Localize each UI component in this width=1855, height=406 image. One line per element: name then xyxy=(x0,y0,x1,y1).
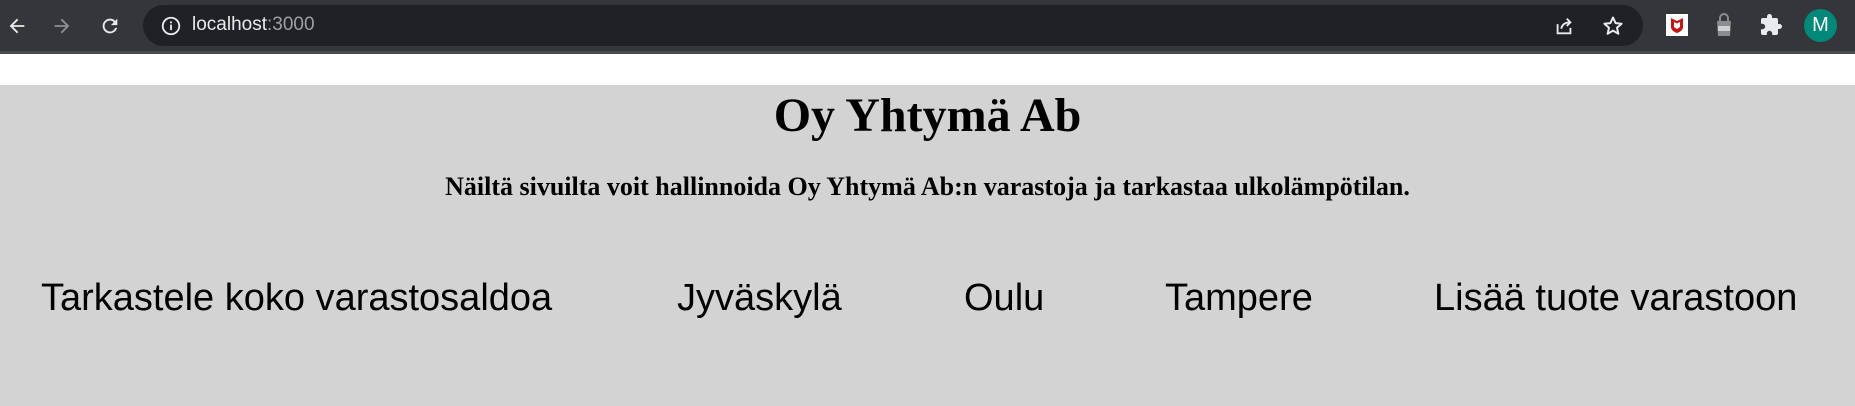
main-navigation: Tarkastele koko varastosaldoa Jyväskylä … xyxy=(0,275,1855,325)
nav-link-tampere[interactable]: Tampere xyxy=(1165,275,1313,321)
reload-button[interactable] xyxy=(93,9,127,43)
star-icon xyxy=(1603,16,1623,35)
mcafee-icon xyxy=(1666,14,1688,36)
url-port: :3000 xyxy=(267,14,315,35)
browser-toolbar: localhost:3000 M xyxy=(0,0,1855,51)
extensions-button[interactable] xyxy=(1758,12,1784,38)
toolbar-divider xyxy=(0,51,1855,54)
nav-link-lisaa-tuote[interactable]: Lisää tuote varastoon xyxy=(1434,275,1797,321)
share-icon xyxy=(1556,18,1572,35)
mcafee-extension-button[interactable] xyxy=(1664,12,1690,38)
forward-button[interactable] xyxy=(45,9,79,43)
url-host: localhost xyxy=(192,14,267,35)
site-info-button[interactable] xyxy=(160,15,182,37)
reload-icon xyxy=(102,18,118,34)
info-icon xyxy=(161,16,181,36)
share-button[interactable] xyxy=(1553,15,1575,37)
extensions-icon xyxy=(1761,14,1782,35)
page-content: Oy Yhtymä Ab Näiltä sivuilta voit hallin… xyxy=(0,85,1855,406)
forward-icon xyxy=(54,18,70,34)
bookmark-button[interactable] xyxy=(1601,14,1625,38)
nav-link-jyvaskyla[interactable]: Jyväskylä xyxy=(677,275,842,321)
nav-link-varastosaldo[interactable]: Tarkastele koko varastosaldoa xyxy=(41,275,552,321)
avg-extension-button[interactable] xyxy=(1711,12,1737,38)
address-bar[interactable] xyxy=(143,5,1643,46)
avg-icon xyxy=(1717,13,1731,36)
back-button[interactable] xyxy=(0,9,34,43)
page-title: Oy Yhtymä Ab xyxy=(773,89,1082,142)
page-subtitle: Näiltä sivuilta voit hallinnoida Oy Yhty… xyxy=(445,172,1410,201)
url-text: localhost:3000 xyxy=(192,13,315,37)
back-icon xyxy=(9,18,25,34)
profile-avatar[interactable]: M xyxy=(1804,9,1837,42)
nav-link-oulu[interactable]: Oulu xyxy=(964,275,1044,321)
